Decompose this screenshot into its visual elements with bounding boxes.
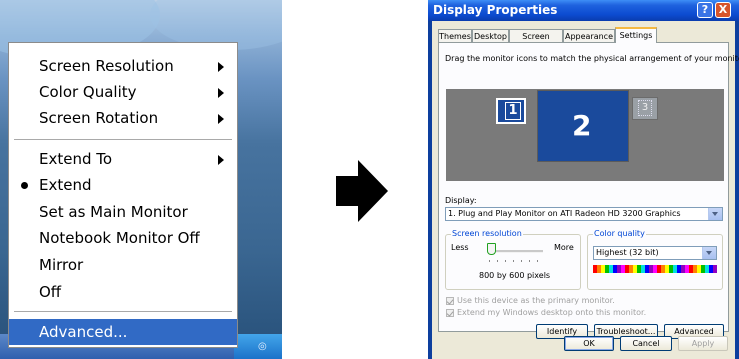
menu-item-screen-rotation[interactable]: Screen Rotation xyxy=(9,105,237,131)
color-quality-group: Color quality xyxy=(587,229,723,290)
menu-item-label: Screen Resolution xyxy=(39,57,174,75)
menu-item-label: Set as Main Monitor xyxy=(39,203,188,221)
help-icon[interactable]: ? xyxy=(697,2,713,18)
menu-item-off[interactable]: Off xyxy=(9,279,237,305)
screen-resolution-label: Screen resolution xyxy=(451,229,523,238)
less-label: Less xyxy=(451,243,469,252)
desktop-background: ◎ Screen Resolution Color Quality Screen… xyxy=(0,0,282,359)
display-label: Display: xyxy=(445,196,477,205)
menu-item-set-as-main-monitor[interactable]: Set as Main Monitor xyxy=(9,199,237,225)
display-properties-window: Display Properties ? X Themes Desktop Sc… xyxy=(428,0,739,359)
tab-appearance[interactable]: Appearance xyxy=(563,29,615,42)
close-icon[interactable]: X xyxy=(715,2,731,18)
display-context-menu: Screen Resolution Color Quality Screen R… xyxy=(8,42,238,348)
menu-item-screen-resolution[interactable]: Screen Resolution xyxy=(9,53,237,79)
dialog-body: Themes Desktop Screen Saver Appearance S… xyxy=(432,21,739,359)
menu-item-label: Notebook Monitor Off xyxy=(39,229,200,247)
menu-item-label: Extend To xyxy=(39,150,113,168)
menu-item-notebook-monitor-off[interactable]: Notebook Monitor Off xyxy=(9,225,237,251)
apply-button[interactable]: Apply xyxy=(678,336,728,351)
cancel-button[interactable]: Cancel xyxy=(620,336,672,351)
monitor-1-icon[interactable]: 1 xyxy=(496,98,526,124)
tab-screen-saver[interactable]: Screen Saver xyxy=(509,29,563,54)
monitor-number: 2 xyxy=(572,109,592,142)
monitor-number: 3 xyxy=(638,100,652,116)
monitor-number: 1 xyxy=(505,102,521,120)
checkbox-icon[interactable] xyxy=(446,297,454,305)
ok-button[interactable]: OK xyxy=(564,336,614,351)
dropdown-arrow-icon[interactable] xyxy=(702,247,716,259)
submenu-arrow-icon xyxy=(218,88,224,98)
checkbox-icon[interactable] xyxy=(446,309,454,317)
slider-ticks xyxy=(489,260,543,262)
title-bar[interactable]: Display Properties ? X xyxy=(428,0,739,21)
right-arrow-icon xyxy=(336,160,388,222)
monitor-2-icon[interactable]: 2 xyxy=(537,90,629,162)
menu-item-label: Advanced... xyxy=(39,323,128,341)
menu-separator xyxy=(14,139,232,140)
menu-item-label: Extend xyxy=(39,176,92,194)
tray-icon[interactable]: ◎ xyxy=(258,341,267,352)
extend-desktop-checkbox-label: Extend my Windows desktop onto this moni… xyxy=(457,308,647,317)
more-label: More xyxy=(554,243,574,252)
color-quality-value: Highest (32 bit) xyxy=(596,248,659,257)
tab-settings[interactable]: Settings xyxy=(615,27,657,43)
menu-item-extend-to[interactable]: Extend To xyxy=(9,146,237,172)
display-select-value: 1. Plug and Play Monitor on ATI Radeon H… xyxy=(448,209,681,218)
resolution-slider-thumb[interactable] xyxy=(487,243,496,255)
menu-item-extend[interactable]: Extend xyxy=(9,172,237,198)
instruction-text: Drag the monitor icons to match the phys… xyxy=(445,54,739,63)
tab-themes[interactable]: Themes xyxy=(438,29,472,42)
color-quality-label: Color quality xyxy=(593,229,646,238)
menu-item-advanced[interactable]: Advanced... xyxy=(9,319,237,345)
tab-desktop[interactable]: Desktop xyxy=(472,29,509,42)
submenu-arrow-icon xyxy=(218,114,224,124)
settings-panel: Drag the monitor icons to match the phys… xyxy=(438,42,739,339)
monitor-3-icon[interactable]: 3 xyxy=(632,97,658,120)
menu-item-label: Mirror xyxy=(39,256,84,274)
window-title: Display Properties xyxy=(433,3,558,17)
bullet-icon xyxy=(21,182,28,189)
submenu-arrow-icon xyxy=(218,155,224,165)
menu-item-label: Off xyxy=(39,283,62,301)
menu-item-label: Color Quality xyxy=(39,83,137,101)
color-spectrum-bar xyxy=(593,265,717,273)
display-select[interactable]: 1. Plug and Play Monitor on ATI Radeon H… xyxy=(445,207,723,221)
color-quality-select[interactable]: Highest (32 bit) xyxy=(593,246,717,260)
menu-separator xyxy=(14,311,232,312)
dropdown-arrow-icon[interactable] xyxy=(708,208,722,220)
menu-item-label: Screen Rotation xyxy=(39,109,159,127)
submenu-arrow-icon xyxy=(218,62,224,72)
resolution-value: 800 by 600 pixels xyxy=(479,271,551,280)
menu-item-mirror[interactable]: Mirror xyxy=(9,252,237,278)
primary-monitor-checkbox-label: Use this device as the primary monitor. xyxy=(457,296,615,305)
menu-item-color-quality[interactable]: Color Quality xyxy=(9,79,237,105)
